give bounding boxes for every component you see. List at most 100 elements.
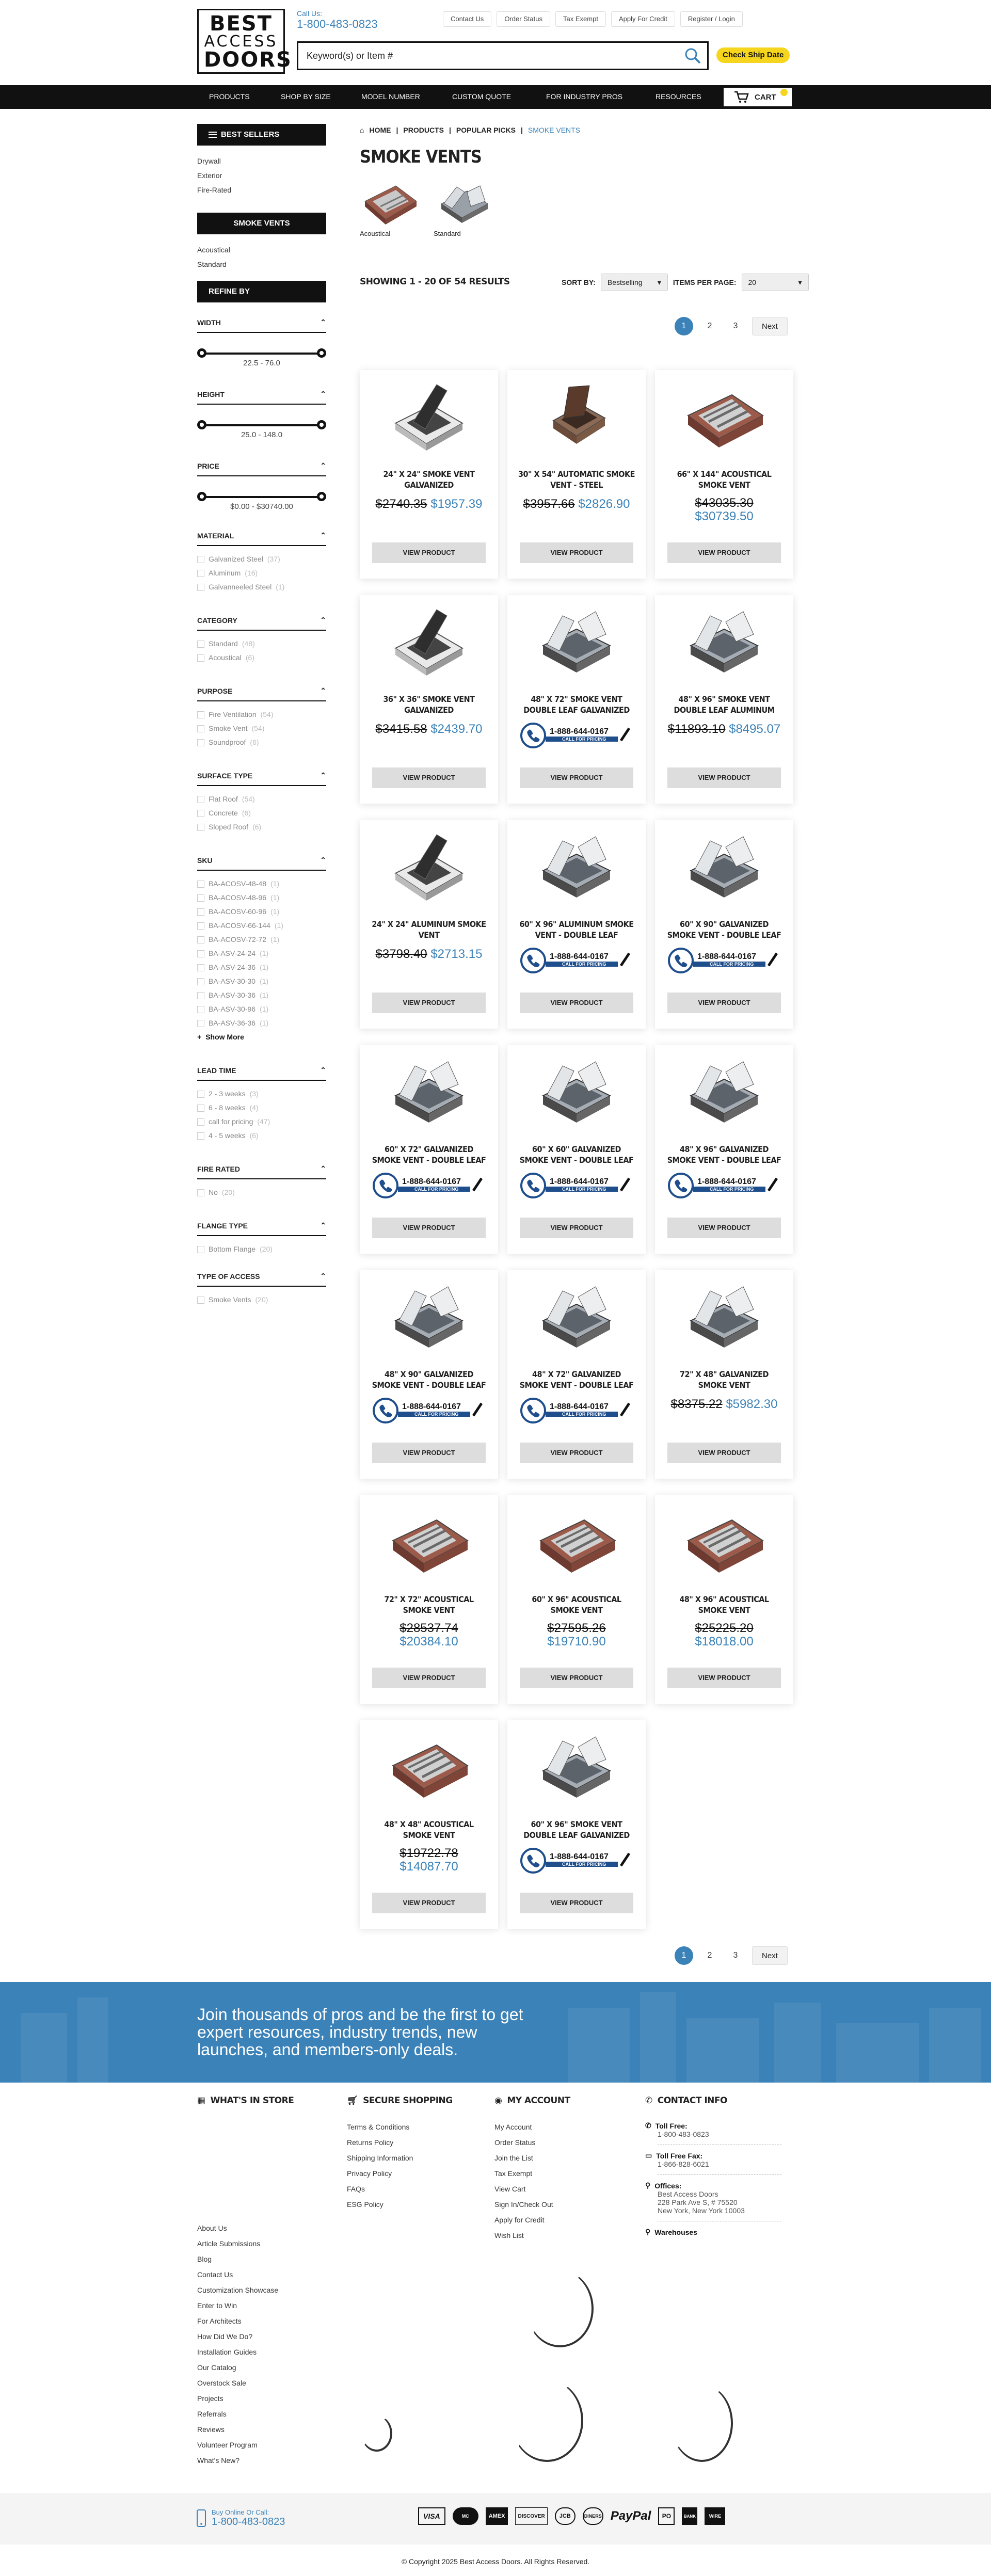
product-image[interactable] <box>655 595 793 685</box>
checkbox[interactable] <box>197 964 204 971</box>
view-product-button[interactable]: VIEW PRODUCT <box>667 1443 781 1463</box>
product-card[interactable]: 72" X 48" GALVANIZED SMOKE VENT $8375.22 … <box>655 1270 793 1479</box>
checkbox[interactable] <box>197 950 204 957</box>
filter-option[interactable]: BA-ACOSV-66-144 (1) <box>197 919 326 933</box>
product-image[interactable] <box>360 1045 498 1135</box>
footer-link[interactable]: For Architects <box>197 2313 331 2329</box>
checkbox[interactable] <box>197 1296 204 1304</box>
product-name[interactable]: 36" X 36" SMOKE VENT GALVANIZED <box>360 694 498 718</box>
filter-option[interactable]: BA-ACOSV-48-48 (1) <box>197 877 326 891</box>
filter-option[interactable]: Concrete (6) <box>197 806 326 820</box>
footer-link[interactable]: Order Status <box>494 2135 629 2150</box>
filter-option[interactable]: BA-ASV-24-24 (1) <box>197 947 326 961</box>
price-filter-header[interactable]: PRICE ⌃ <box>197 461 326 476</box>
call-for-pricing[interactable]: 1-888-644-0167 CALL FOR PRICING <box>507 719 646 751</box>
slider-handle-max[interactable] <box>317 420 326 429</box>
call-for-pricing[interactable]: 1-888-644-0167 CALL FOR PRICING <box>360 1395 498 1427</box>
slider-handle-max[interactable] <box>317 348 326 358</box>
logo[interactable]: BEST ACCESS DOORS <box>197 9 291 74</box>
filter-option[interactable]: BA-ACOSV-72-72 (1) <box>197 933 326 947</box>
checkbox[interactable] <box>197 711 204 718</box>
price-slider[interactable]: $0.00 - $30740.00 <box>197 489 326 511</box>
footer-link[interactable]: View Cart <box>494 2181 629 2197</box>
checkbox[interactable] <box>197 583 204 591</box>
filter-option[interactable]: Acoustical (6) <box>197 651 326 665</box>
breadcrumb-home[interactable]: HOME <box>369 126 391 134</box>
slider-handle-min[interactable] <box>197 348 206 358</box>
product-image[interactable] <box>507 1495 646 1586</box>
view-product-button[interactable]: VIEW PRODUCT <box>372 1668 486 1688</box>
product-name[interactable]: 60" X 60" GALVANIZED SMOKE VENT - DOUBLE… <box>507 1144 646 1169</box>
width-filter-header[interactable]: WIDTH ⌃ <box>197 318 326 333</box>
view-product-button[interactable]: VIEW PRODUCT <box>667 767 781 788</box>
call-for-pricing[interactable]: 1-888-644-0167 CALL FOR PRICING <box>507 1170 646 1202</box>
checkbox[interactable] <box>197 922 204 930</box>
footer-link[interactable]: My Account <box>494 2119 629 2135</box>
product-image[interactable] <box>360 1495 498 1586</box>
checkbox[interactable] <box>197 725 204 732</box>
view-product-button[interactable]: VIEW PRODUCT <box>520 1443 633 1463</box>
checkbox[interactable] <box>197 894 204 902</box>
checkbox[interactable] <box>197 1019 204 1027</box>
product-image[interactable] <box>655 1495 793 1586</box>
product-name[interactable]: 48" X 90" GALVANIZED SMOKE VENT - DOUBLE… <box>360 1369 498 1394</box>
next-page-button[interactable]: Next <box>752 317 788 335</box>
footer-link[interactable]: Blog <box>197 2251 331 2267</box>
checkbox[interactable] <box>197 1104 204 1112</box>
checkbox[interactable] <box>197 1090 204 1098</box>
checkbox[interactable] <box>197 739 204 746</box>
product-name[interactable]: 48" X 48" ACOUSTICAL SMOKE VENT <box>360 1819 498 1844</box>
filter-option[interactable]: Bottom Flange (20) <box>197 1242 326 1256</box>
footer-link[interactable]: Terms & Conditions <box>347 2119 481 2135</box>
slider-handle-max[interactable] <box>317 492 326 501</box>
footer-link[interactable]: Shipping Information <box>347 2150 481 2166</box>
product-name[interactable]: 60" X 96" SMOKE VENT DOUBLE LEAF GALVANI… <box>507 1819 646 1844</box>
product-image[interactable] <box>360 820 498 910</box>
order-status-link[interactable]: Order Status <box>497 11 551 27</box>
footer-link[interactable]: Join the List <box>494 2150 629 2166</box>
nav-resources[interactable]: RESOURCES <box>656 92 701 101</box>
product-card[interactable]: 60" X 96" ALUMINUM SMOKE VENT - DOUBLE L… <box>507 820 646 1029</box>
call-for-pricing[interactable]: 1-888-644-0167 CALL FOR PRICING <box>360 1170 498 1202</box>
purpose-filter-header[interactable]: PURPOSE ⌃ <box>197 686 326 701</box>
warehouses-link[interactable]: Warehouses <box>654 2228 697 2236</box>
checkbox[interactable] <box>197 809 204 817</box>
filter-option[interactable]: Sloped Roof (6) <box>197 820 326 834</box>
height-slider[interactable]: 25.0 - 148.0 <box>197 417 326 439</box>
product-name[interactable]: 48" X 96" SMOKE VENT DOUBLE LEAF ALUMINU… <box>655 694 793 718</box>
lead-filter-header[interactable]: LEAD TIME ⌃ <box>197 1066 326 1081</box>
product-card[interactable]: 60" X 90" GALVANIZED SMOKE VENT - DOUBLE… <box>655 820 793 1029</box>
product-name[interactable]: 60" X 96" ALUMINUM SMOKE VENT - DOUBLE L… <box>507 919 646 943</box>
header-phone[interactable]: 1-800-483-0823 <box>297 18 378 31</box>
view-product-button[interactable]: VIEW PRODUCT <box>520 1668 633 1688</box>
filter-option[interactable]: Galvanneeled Steel (1) <box>197 580 326 594</box>
view-product-button[interactable]: VIEW PRODUCT <box>372 1218 486 1238</box>
apply-credit-link[interactable]: Apply For Credit <box>611 11 675 27</box>
view-product-button[interactable]: VIEW PRODUCT <box>520 542 633 563</box>
product-card[interactable]: 48" X 72" GALVANIZED SMOKE VENT - DOUBLE… <box>507 1270 646 1479</box>
filter-option[interactable]: BA-ACOSV-48-96 (1) <box>197 891 326 905</box>
footer-link[interactable]: Privacy Policy <box>347 2166 481 2181</box>
product-name[interactable]: 72" X 48" GALVANIZED SMOKE VENT <box>655 1369 793 1394</box>
checkbox[interactable] <box>197 1005 204 1013</box>
product-image[interactable] <box>360 1270 498 1361</box>
product-image[interactable] <box>507 1270 646 1361</box>
checkbox[interactable] <box>197 795 204 803</box>
search-input[interactable] <box>307 50 678 61</box>
product-image[interactable] <box>655 370 793 460</box>
register-login-link[interactable]: Register / Login <box>680 11 743 27</box>
tax-exempt-link[interactable]: Tax Exempt <box>555 11 606 27</box>
filter-option[interactable]: 6 - 8 weeks (4) <box>197 1101 326 1115</box>
footer-link[interactable]: Returns Policy <box>347 2135 481 2150</box>
product-card[interactable]: 24" X 24" ALUMINUM SMOKE VENT $3798.40 $2… <box>360 820 498 1029</box>
slider-handle-min[interactable] <box>197 492 206 501</box>
checkbox[interactable] <box>197 880 204 888</box>
product-name[interactable]: 60" X 96" ACOUSTICAL SMOKE VENT <box>507 1594 646 1619</box>
filter-option[interactable]: BA-ACOSV-60-96 (1) <box>197 905 326 919</box>
footer-link[interactable]: Volunteer Program <box>197 2437 331 2453</box>
call-for-pricing-badge[interactable]: 1-888-644-0167CALL FOR PRICING <box>667 945 781 976</box>
best-seller-link[interactable]: Fire-Rated <box>197 183 326 197</box>
footer-link[interactable]: FAQs <box>347 2181 481 2197</box>
footer-link[interactable]: Contact Us <box>197 2267 331 2282</box>
product-name[interactable]: 60" X 72" GALVANIZED SMOKE VENT - DOUBLE… <box>360 1144 498 1169</box>
